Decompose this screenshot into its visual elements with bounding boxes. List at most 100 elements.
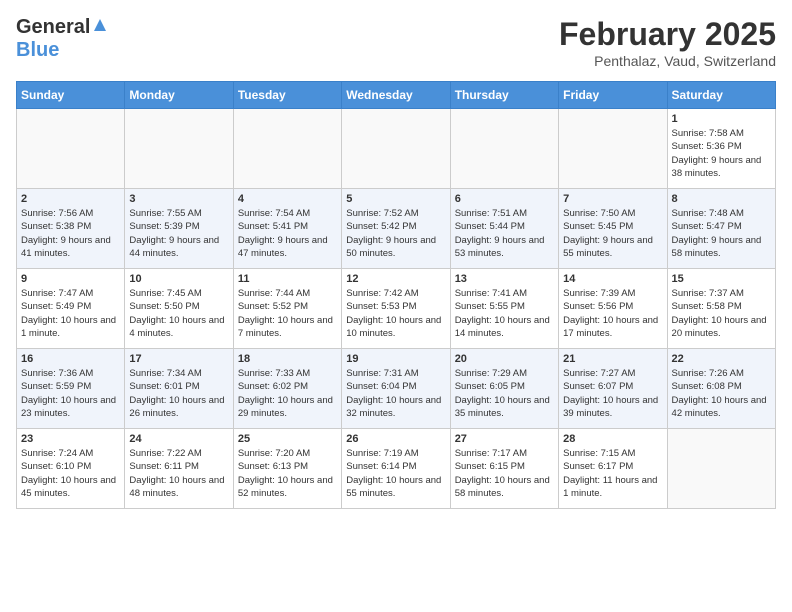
day-number: 1 — [672, 113, 771, 125]
day-info: Sunrise: 7:58 AM Sunset: 5:36 PM Dayligh… — [672, 127, 771, 180]
day-number: 19 — [346, 353, 445, 365]
day-info: Sunrise: 7:26 AM Sunset: 6:08 PM Dayligh… — [672, 367, 771, 420]
day-info: Sunrise: 7:48 AM Sunset: 5:47 PM Dayligh… — [672, 207, 771, 260]
logo-blue-text: Blue — [16, 39, 59, 61]
day-number: 21 — [563, 353, 662, 365]
calendar-day-cell — [667, 429, 775, 509]
day-number: 17 — [129, 353, 228, 365]
calendar-week-row: 9 Sunrise: 7:47 AM Sunset: 5:49 PM Daylig… — [17, 269, 776, 349]
day-number: 27 — [455, 433, 554, 445]
logo-general-text: General — [16, 16, 90, 39]
calendar-day-cell — [559, 109, 667, 189]
calendar-day-cell: 4 Sunrise: 7:54 AM Sunset: 5:41 PM Daylig… — [233, 189, 341, 269]
calendar-day-cell: 10 Sunrise: 7:45 AM Sunset: 5:50 PM Dayli… — [125, 269, 233, 349]
calendar-day-cell: 24 Sunrise: 7:22 AM Sunset: 6:11 PM Dayli… — [125, 429, 233, 509]
weekday-header-tuesday: Tuesday — [233, 82, 341, 109]
weekday-header-wednesday: Wednesday — [342, 82, 450, 109]
day-number: 9 — [21, 273, 120, 285]
day-number: 4 — [238, 193, 337, 205]
calendar-week-row: 16 Sunrise: 7:36 AM Sunset: 5:59 PM Dayli… — [17, 349, 776, 429]
day-info: Sunrise: 7:20 AM Sunset: 6:13 PM Dayligh… — [238, 447, 337, 500]
day-info: Sunrise: 7:50 AM Sunset: 5:45 PM Dayligh… — [563, 207, 662, 260]
calendar-day-cell: 22 Sunrise: 7:26 AM Sunset: 6:08 PM Dayli… — [667, 349, 775, 429]
day-info: Sunrise: 7:17 AM Sunset: 6:15 PM Dayligh… — [455, 447, 554, 500]
day-number: 22 — [672, 353, 771, 365]
day-info: Sunrise: 7:45 AM Sunset: 5:50 PM Dayligh… — [129, 287, 228, 340]
day-number: 8 — [672, 193, 771, 205]
calendar-day-cell — [450, 109, 558, 189]
day-number: 23 — [21, 433, 120, 445]
calendar-day-cell: 23Sunrise: 7:24 AM Sunset: 6:10 PM Dayli… — [17, 429, 125, 509]
weekday-header-monday: Monday — [125, 82, 233, 109]
calendar-day-cell — [233, 109, 341, 189]
title-block: February 2025 Penthalaz, Vaud, Switzerla… — [559, 16, 776, 69]
calendar-week-row: 1 Sunrise: 7:58 AM Sunset: 5:36 PM Daylig… — [17, 109, 776, 189]
calendar-day-cell: 1 Sunrise: 7:58 AM Sunset: 5:36 PM Daylig… — [667, 109, 775, 189]
day-info: Sunrise: 7:22 AM Sunset: 6:11 PM Dayligh… — [129, 447, 228, 500]
calendar-day-cell — [125, 109, 233, 189]
calendar-title: February 2025 — [559, 16, 776, 53]
day-info: Sunrise: 7:41 AM Sunset: 5:55 PM Dayligh… — [455, 287, 554, 340]
calendar-day-cell — [17, 109, 125, 189]
weekday-header-saturday: Saturday — [667, 82, 775, 109]
weekday-header-sunday: Sunday — [17, 82, 125, 109]
day-info: Sunrise: 7:51 AM Sunset: 5:44 PM Dayligh… — [455, 207, 554, 260]
day-number: 26 — [346, 433, 445, 445]
day-info: Sunrise: 7:33 AM Sunset: 6:02 PM Dayligh… — [238, 367, 337, 420]
calendar-day-cell: 21 Sunrise: 7:27 AM Sunset: 6:07 PM Dayli… — [559, 349, 667, 429]
day-info: Sunrise: 7:54 AM Sunset: 5:41 PM Dayligh… — [238, 207, 337, 260]
day-number: 11 — [238, 273, 337, 285]
day-info: Sunrise: 7:27 AM Sunset: 6:07 PM Dayligh… — [563, 367, 662, 420]
day-info: Sunrise: 7:29 AM Sunset: 6:05 PM Dayligh… — [455, 367, 554, 420]
day-number: 24 — [129, 433, 228, 445]
calendar-day-cell: 12Sunrise: 7:42 AM Sunset: 5:53 PM Dayli… — [342, 269, 450, 349]
day-number: 16 — [21, 353, 120, 365]
day-number: 13 — [455, 273, 554, 285]
day-number: 18 — [238, 353, 337, 365]
calendar-day-cell: 6 Sunrise: 7:51 AM Sunset: 5:44 PM Daylig… — [450, 189, 558, 269]
calendar-table: SundayMondayTuesdayWednesdayThursdayFrid… — [16, 81, 776, 509]
day-number: 12 — [346, 273, 445, 285]
calendar-day-cell: 11 Sunrise: 7:44 AM Sunset: 5:52 PM Dayli… — [233, 269, 341, 349]
day-number: 15 — [672, 273, 771, 285]
calendar-day-cell: 7 Sunrise: 7:50 AM Sunset: 5:45 PM Daylig… — [559, 189, 667, 269]
weekday-header-thursday: Thursday — [450, 82, 558, 109]
calendar-subtitle: Penthalaz, Vaud, Switzerland — [559, 53, 776, 69]
calendar-day-cell: 9 Sunrise: 7:47 AM Sunset: 5:49 PM Daylig… — [17, 269, 125, 349]
logo-icon — [92, 17, 108, 38]
day-info: Sunrise: 7:44 AM Sunset: 5:52 PM Dayligh… — [238, 287, 337, 340]
calendar-day-cell: 8 Sunrise: 7:48 AM Sunset: 5:47 PM Daylig… — [667, 189, 775, 269]
calendar-day-cell: 17 Sunrise: 7:34 AM Sunset: 6:01 PM Dayli… — [125, 349, 233, 429]
day-number: 7 — [563, 193, 662, 205]
day-number: 6 — [455, 193, 554, 205]
day-info: Sunrise: 7:55 AM Sunset: 5:39 PM Dayligh… — [129, 207, 228, 260]
calendar-day-cell: 5Sunrise: 7:52 AM Sunset: 5:42 PM Daylig… — [342, 189, 450, 269]
calendar-day-cell — [342, 109, 450, 189]
day-number: 10 — [129, 273, 228, 285]
day-info: Sunrise: 7:52 AM Sunset: 5:42 PM Dayligh… — [346, 207, 445, 260]
day-info: Sunrise: 7:47 AM Sunset: 5:49 PM Dayligh… — [21, 287, 120, 340]
day-info: Sunrise: 7:56 AM Sunset: 5:38 PM Dayligh… — [21, 207, 120, 260]
calendar-header-row: SundayMondayTuesdayWednesdayThursdayFrid… — [17, 82, 776, 109]
day-info: Sunrise: 7:37 AM Sunset: 5:58 PM Dayligh… — [672, 287, 771, 340]
day-info: Sunrise: 7:39 AM Sunset: 5:56 PM Dayligh… — [563, 287, 662, 340]
day-number: 25 — [238, 433, 337, 445]
calendar-week-row: 23Sunrise: 7:24 AM Sunset: 6:10 PM Dayli… — [17, 429, 776, 509]
calendar-day-cell: 3Sunrise: 7:55 AM Sunset: 5:39 PM Daylig… — [125, 189, 233, 269]
day-info: Sunrise: 7:34 AM Sunset: 6:01 PM Dayligh… — [129, 367, 228, 420]
page-header: General Blue February 2025 Penthalaz, Va… — [16, 16, 776, 69]
calendar-day-cell: 13 Sunrise: 7:41 AM Sunset: 5:55 PM Dayli… — [450, 269, 558, 349]
calendar-day-cell: 14 Sunrise: 7:39 AM Sunset: 5:56 PM Dayli… — [559, 269, 667, 349]
day-number: 20 — [455, 353, 554, 365]
logo: General Blue — [16, 16, 108, 62]
calendar-day-cell: 15 Sunrise: 7:37 AM Sunset: 5:58 PM Dayli… — [667, 269, 775, 349]
day-number: 2 — [21, 193, 120, 205]
calendar-day-cell: 20 Sunrise: 7:29 AM Sunset: 6:05 PM Dayli… — [450, 349, 558, 429]
day-info: Sunrise: 7:19 AM Sunset: 6:14 PM Dayligh… — [346, 447, 445, 500]
calendar-day-cell: 27 Sunrise: 7:17 AM Sunset: 6:15 PM Dayli… — [450, 429, 558, 509]
calendar-day-cell: 25 Sunrise: 7:20 AM Sunset: 6:13 PM Dayli… — [233, 429, 341, 509]
day-number: 14 — [563, 273, 662, 285]
day-info: Sunrise: 7:36 AM Sunset: 5:59 PM Dayligh… — [21, 367, 120, 420]
calendar-day-cell: 28Sunrise: 7:15 AM Sunset: 6:17 PM Dayli… — [559, 429, 667, 509]
calendar-day-cell: 2 Sunrise: 7:56 AM Sunset: 5:38 PM Daylig… — [17, 189, 125, 269]
